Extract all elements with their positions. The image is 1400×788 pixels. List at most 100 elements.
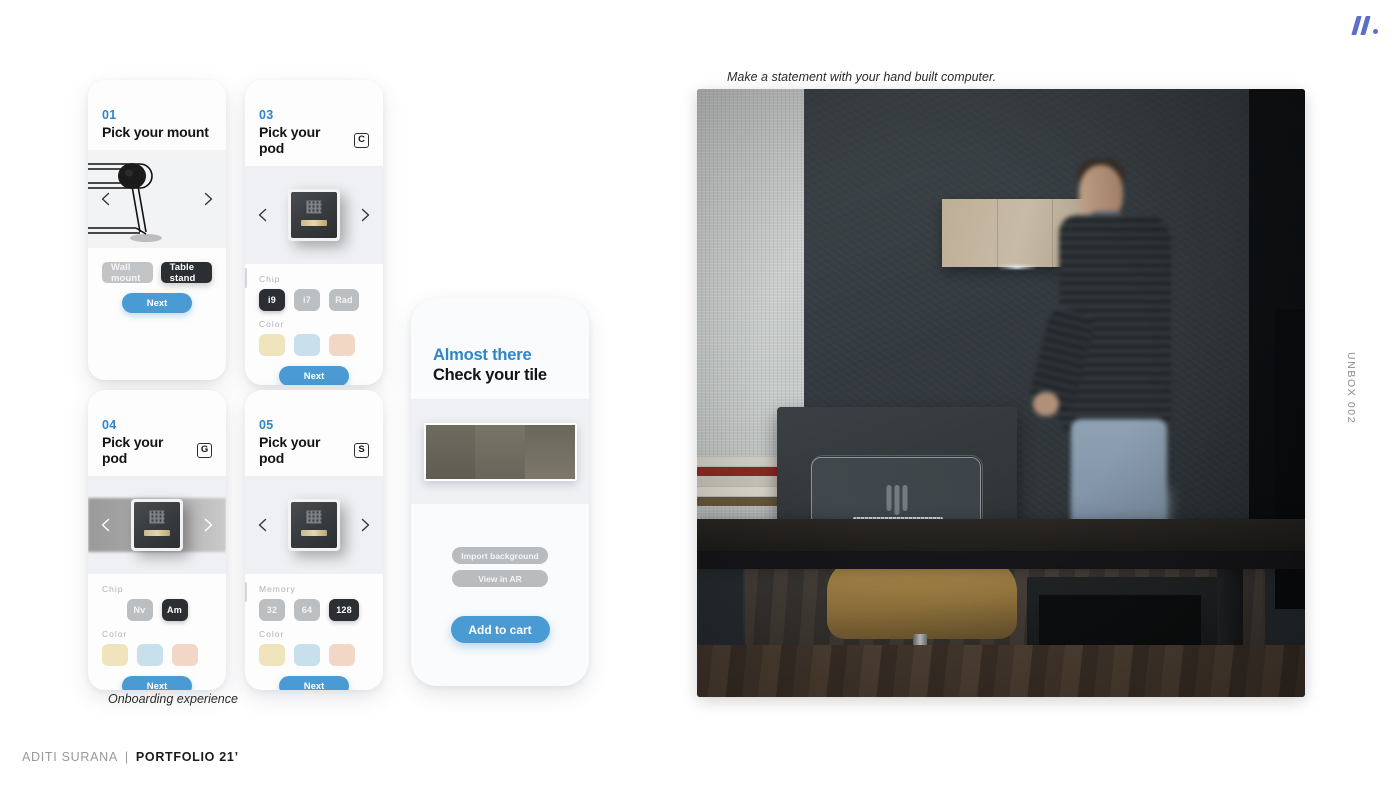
memory-group-label: Memory xyxy=(259,584,296,594)
pod-carousel-stage xyxy=(88,476,226,574)
mount-option-table[interactable]: Table stand xyxy=(160,262,212,284)
secondary-actions: Import background View in AR xyxy=(411,504,589,587)
logo-dot xyxy=(1373,29,1378,34)
next-button[interactable]: Next xyxy=(122,293,192,313)
pod-device xyxy=(288,189,340,241)
next-button[interactable]: Next xyxy=(279,366,349,385)
footer-separator: | xyxy=(124,750,129,764)
pod-chip-grid xyxy=(149,510,165,524)
pod-gold-strip xyxy=(144,529,170,536)
import-background-button[interactable]: Import background xyxy=(452,547,548,564)
slash-logo-icon xyxy=(1351,14,1386,40)
pod-badge: S xyxy=(354,442,369,458)
tile-panel-1 xyxy=(425,424,476,479)
summary-header: Almost there Check your tile xyxy=(411,298,589,385)
chip-option-rad[interactable]: Rad xyxy=(329,289,359,311)
portfolio-slide: UNBOX 002 Make a statement with your han… xyxy=(0,0,1400,788)
card-title: Pick your pod xyxy=(259,124,321,156)
pod-gold-strip xyxy=(301,219,327,226)
pod-device xyxy=(288,499,340,551)
phone-notch xyxy=(290,80,338,89)
summary-heading: Check your tile xyxy=(433,366,547,384)
chip-option-nv[interactable]: Nv xyxy=(126,599,153,621)
color-swatch-peach[interactable] xyxy=(329,334,355,356)
color-swatch-peach[interactable] xyxy=(329,644,355,666)
card-summary-tile[interactable]: Almost there Check your tile Import back… xyxy=(411,298,589,686)
card-header: 01 Pick your mount xyxy=(88,80,226,150)
pod-chip-grid xyxy=(306,510,322,524)
memory-option-group: 32 64 128 xyxy=(259,599,369,621)
pod-options: Memory 32 64 128 Color xyxy=(245,574,383,666)
step-number: 05 xyxy=(259,418,274,432)
carousel-prev-arrow[interactable] xyxy=(98,191,114,207)
footer: ADITI SURANA | PORTFOLIO 21’ xyxy=(22,750,239,764)
memory-option-64[interactable]: 64 xyxy=(294,599,320,621)
color-swatch-blue[interactable] xyxy=(294,644,320,666)
mount-option-group: Wall mount Table stand xyxy=(88,248,226,284)
phone-notch xyxy=(133,80,181,89)
card-03-pod-c[interactable]: 03 Pick your pod C Chip i9 i7 Rad Color … xyxy=(245,80,383,385)
memory-option-128[interactable]: 128 xyxy=(329,599,359,621)
pod-carousel-stage xyxy=(245,476,383,574)
color-swatch-blue[interactable] xyxy=(137,644,163,666)
color-group-label: Color xyxy=(259,319,285,329)
carousel-next-arrow[interactable] xyxy=(357,517,373,533)
card-01-mount[interactable]: 01 Pick your mount Wall mount Table stan… xyxy=(88,80,226,380)
color-group-label: Color xyxy=(102,629,128,639)
card-05-pod-s[interactable]: 05 Pick your pod S Memory 32 64 128 Colo… xyxy=(245,390,383,690)
tile-preview-stage xyxy=(411,399,589,504)
pod-options: Chip i9 i7 Rad Color xyxy=(245,264,383,356)
card-04-pod-g[interactable]: 04 Pick your pod G Chip Nv Am Color Next xyxy=(88,390,226,690)
memory-option-32[interactable]: 32 xyxy=(259,599,285,621)
add-to-cart-button[interactable]: Add to cart xyxy=(450,616,550,643)
phone-side-button xyxy=(245,268,247,288)
card-title: Pick your mount xyxy=(102,124,209,140)
color-swatch-cream[interactable] xyxy=(102,644,128,666)
color-swatch-blue[interactable] xyxy=(294,334,320,356)
photo-caption: Make a statement with your hand built co… xyxy=(727,70,997,84)
color-option-group xyxy=(259,334,369,356)
chip-option-i7[interactable]: i7 xyxy=(294,289,320,311)
color-swatch-cream[interactable] xyxy=(259,334,285,356)
step-number: 03 xyxy=(259,108,274,122)
hero-photograph xyxy=(697,89,1305,697)
pod-carousel-stage xyxy=(245,166,383,264)
tile-panel-3 xyxy=(524,424,575,479)
next-button[interactable]: Next xyxy=(122,676,192,690)
card-title: Pick your pod xyxy=(259,434,321,466)
mount-carousel-stage xyxy=(88,150,226,248)
color-group-label: Color xyxy=(259,629,285,639)
step-number: 01 xyxy=(102,108,117,122)
chip-option-am[interactable]: Am xyxy=(161,599,188,621)
step-number: 04 xyxy=(102,418,117,432)
chip-group-label: Chip xyxy=(102,584,124,594)
carousel-prev-arrow[interactable] xyxy=(98,517,114,533)
color-swatch-cream[interactable] xyxy=(259,644,285,666)
color-option-group xyxy=(102,644,212,666)
photo-vignette xyxy=(697,89,1305,697)
carousel-prev-arrow[interactable] xyxy=(255,207,271,223)
card-header: 04 Pick your pod G xyxy=(88,390,226,476)
summary-eyebrow: Almost there xyxy=(433,346,532,364)
pod-gold-strip xyxy=(301,529,327,536)
pod-badge: G xyxy=(197,442,212,458)
mount-option-wall[interactable]: Wall mount xyxy=(102,262,153,284)
carousel-next-arrow[interactable] xyxy=(200,191,216,207)
carousel-next-arrow[interactable] xyxy=(357,207,373,223)
side-label: UNBOX 002 xyxy=(1345,352,1357,425)
color-option-group xyxy=(259,644,369,666)
tile-panel-2 xyxy=(475,424,525,479)
pod-options: Chip Nv Am Color xyxy=(88,574,226,666)
tile-preview[interactable] xyxy=(423,422,577,481)
next-button[interactable]: Next xyxy=(279,676,349,690)
card-header: 05 Pick your pod S xyxy=(245,390,383,476)
carousel-next-arrow[interactable] xyxy=(200,517,216,533)
pod-device xyxy=(131,499,183,551)
carousel-prev-arrow[interactable] xyxy=(255,517,271,533)
onboarding-caption: Onboarding experience xyxy=(108,692,238,706)
phone-notch xyxy=(290,390,338,399)
chip-option-i9[interactable]: i9 xyxy=(259,289,285,311)
color-swatch-peach[interactable] xyxy=(172,644,198,666)
view-in-ar-button[interactable]: View in AR xyxy=(452,570,548,587)
card-title: Pick your pod xyxy=(102,434,164,466)
